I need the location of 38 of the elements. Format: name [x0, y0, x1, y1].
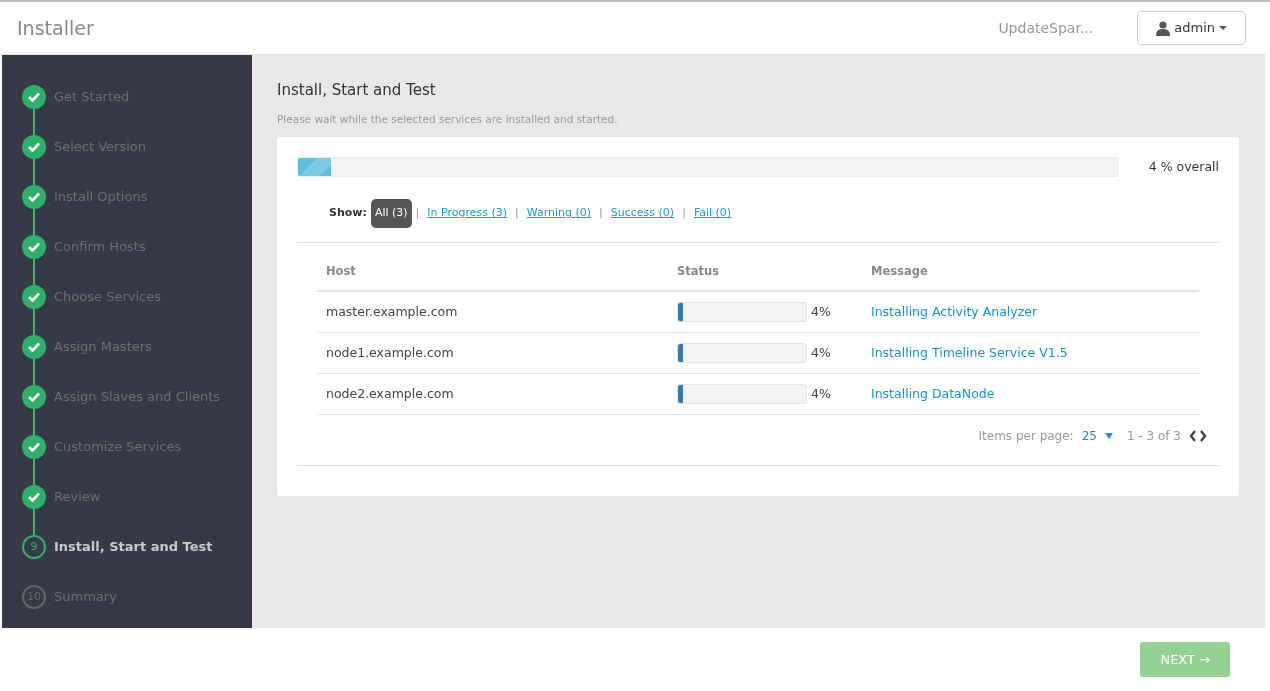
page-range: 1 - 3 of 3: [1126, 428, 1181, 445]
message-link[interactable]: Installing Activity Analyzer: [871, 303, 1038, 319]
step-number: 9: [22, 535, 46, 559]
separator: |: [682, 205, 686, 222]
table-cell-text: node1.example.com: [325, 343, 455, 362]
column-header: Message: [862, 252, 1199, 292]
user-menu-button[interactable]: admin: [1137, 11, 1246, 45]
table-cell-text: node2.example.com: [325, 384, 455, 403]
filter-link[interactable]: Success (0): [606, 201, 679, 226]
previous-page-icon[interactable]: [1189, 430, 1197, 442]
message-link[interactable]: Installing DataNode: [871, 385, 995, 401]
user-icon: [1156, 20, 1171, 36]
table-cell-text: master.example.com: [325, 302, 459, 321]
separator: |: [415, 205, 420, 222]
separator: |: [515, 205, 519, 222]
next-page-icon[interactable]: [1199, 430, 1207, 442]
message-link[interactable]: Installing Timeline Service V1.5: [871, 344, 1068, 360]
progress-percent: 4%: [811, 302, 831, 321]
page-subtitle: Please wait while the selected services are installed and started.: [277, 111, 619, 127]
app-title: Installer: [17, 15, 94, 41]
column-header: Status: [668, 252, 862, 292]
filter-link[interactable]: Warning (0): [522, 201, 596, 226]
filter-link[interactable]: In Progress (3): [423, 201, 512, 226]
items-per-page-select[interactable]: 25: [1081, 427, 1097, 445]
filter-label: Show:: [329, 205, 367, 222]
cluster-name: UpdateSpar...: [998, 18, 1094, 38]
progress-percent: 4%: [811, 343, 831, 362]
filter-link[interactable]: Fail (0): [689, 201, 736, 226]
caret-icon: [1219, 26, 1227, 30]
step-label[interactable]: Install, Start and Test: [54, 535, 213, 559]
filter-link[interactable]: All (3): [370, 199, 412, 228]
column-header: Host: [317, 252, 668, 292]
dropdown-caret-icon[interactable]: [1104, 433, 1113, 439]
progress-percent: 4%: [811, 384, 831, 403]
separator: |: [599, 205, 603, 222]
page-title: Install, Start and Test: [277, 80, 437, 101]
items-per-page-label: Items per page:: [978, 428, 1074, 445]
overall-percent: 4 % overall: [1147, 157, 1219, 176]
